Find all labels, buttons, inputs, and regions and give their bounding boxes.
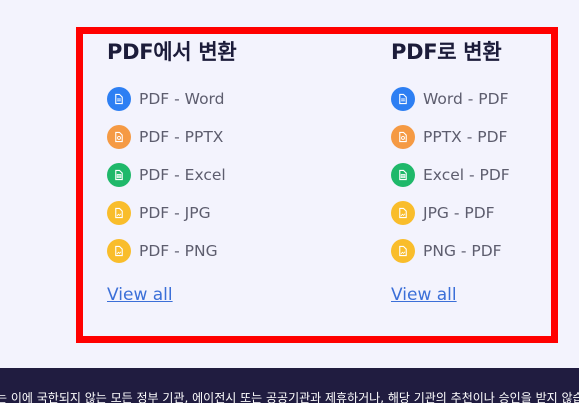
excel-file-icon: [107, 163, 131, 187]
tool-label: PPTX - PDF: [423, 128, 508, 146]
pptx-file-icon: [391, 125, 415, 149]
tool-pdf-to-word[interactable]: PDF - Word: [107, 87, 236, 111]
tool-word-to-pdf[interactable]: Word - PDF: [391, 87, 510, 111]
tool-list: PDF - Word PDF - PPTX PDF - Excel PDF - …: [107, 87, 236, 263]
footer-disclaimer: 는 이에 국한되지 않는 모든 정부 기관, 에이전시 또는 공공기관과 제휴하…: [0, 391, 579, 403]
tool-label: JPG - PDF: [423, 204, 495, 222]
tool-label: PNG - PDF: [423, 242, 502, 260]
word-file-icon: [107, 87, 131, 111]
tool-pdf-to-excel[interactable]: PDF - Excel: [107, 163, 236, 187]
image-file-icon: [107, 201, 131, 225]
tool-list: Word - PDF PPTX - PDF Excel - PDF JPG - …: [391, 87, 510, 263]
tool-label: PDF - PPTX: [139, 128, 224, 146]
tool-label: Word - PDF: [423, 90, 509, 108]
section-title: PDF로 변환: [391, 40, 502, 64]
tool-jpg-to-pdf[interactable]: JPG - PDF: [391, 201, 510, 225]
tool-label: PDF - Excel: [139, 166, 226, 184]
view-all-link[interactable]: View all: [107, 285, 173, 305]
tool-excel-to-pdf[interactable]: Excel - PDF: [391, 163, 510, 187]
footer-bar: 는 이에 국한되지 않는 모든 정부 기관, 에이전시 또는 공공기관과 제휴하…: [0, 368, 579, 403]
view-all-link[interactable]: View all: [391, 285, 457, 305]
tool-label: PDF - Word: [139, 90, 225, 108]
tool-label: PDF - JPG: [139, 204, 211, 222]
word-file-icon: [391, 87, 415, 111]
section-title: PDF에서 변환: [107, 40, 237, 64]
convert-to-pdf-section: PDF로 변환 Word - PDF PPTX - PDF Excel - PD…: [391, 37, 510, 305]
image-file-icon: [391, 201, 415, 225]
pptx-file-icon: [107, 125, 131, 149]
tool-label: PDF - PNG: [139, 242, 218, 260]
tool-pdf-to-pptx[interactable]: PDF - PPTX: [107, 125, 236, 149]
image-file-icon: [107, 239, 131, 263]
tool-pdf-to-jpg[interactable]: PDF - JPG: [107, 201, 236, 225]
tool-pdf-to-png[interactable]: PDF - PNG: [107, 239, 236, 263]
excel-file-icon: [391, 163, 415, 187]
tool-pptx-to-pdf[interactable]: PPTX - PDF: [391, 125, 510, 149]
tool-png-to-pdf[interactable]: PNG - PDF: [391, 239, 510, 263]
image-file-icon: [391, 239, 415, 263]
convert-from-pdf-section: PDF에서 변환 PDF - Word PDF - PPTX PDF - Exc…: [107, 37, 237, 305]
tool-label: Excel - PDF: [423, 166, 510, 184]
